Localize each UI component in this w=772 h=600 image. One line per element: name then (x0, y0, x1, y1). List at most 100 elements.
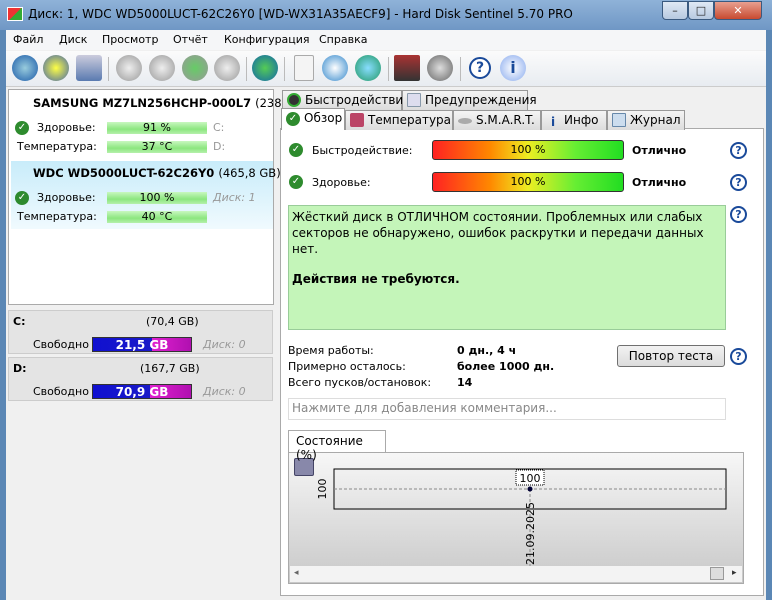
check-icon: ✓ (286, 112, 300, 126)
help-icon[interactable]: ? (730, 174, 747, 191)
disk-list: SAMSUNG MZ7LN256HCHP-000L7 (238,5 G ✓ Зд… (8, 89, 305, 305)
check-icon: ✓ (289, 175, 303, 189)
chart-area: 100 100 21.09.2025 (288, 452, 744, 584)
separator (246, 57, 247, 81)
tab-log[interactable]: Журнал (607, 110, 685, 130)
free-label: Свободно (33, 338, 89, 351)
tab-label: Температура (368, 113, 452, 127)
disk-size: (465,8 GB) (218, 166, 281, 180)
help-icon[interactable]: ? (730, 348, 747, 365)
remaining-label: Примерно осталось: (288, 360, 406, 373)
retest-button[interactable]: Повтор теста (617, 345, 725, 367)
refresh-icon[interactable] (12, 55, 38, 81)
separator (460, 57, 461, 81)
separator (284, 57, 285, 81)
disk-number: Диск: 0 (203, 385, 246, 398)
disk-name: WDC WD5000LUCT-62C26Y0 (33, 166, 215, 180)
tab-label: Предупреждения (425, 93, 537, 107)
chart-tab-status[interactable]: Состояние (%) (288, 430, 386, 462)
separator (388, 57, 389, 81)
check-icon: ✓ (15, 191, 29, 205)
info-icon: i (550, 115, 556, 129)
data-label: 100 (520, 472, 541, 485)
tab-label: S.M.A.R.T. (476, 113, 535, 127)
tab-performance[interactable]: Быстродействие (282, 90, 411, 110)
disk-item-wdc[interactable]: WDC WD5000LUCT-62C26Y0 (465,8 GB) ✓ Здор… (11, 161, 281, 229)
menu-report[interactable]: Отчёт (173, 33, 208, 46)
help-icon[interactable]: ? (469, 57, 491, 79)
remaining-value: более 1000 дн. (457, 360, 555, 373)
comment-input[interactable]: Нажмите для добавления комментария... (288, 398, 726, 420)
scroll-right-icon[interactable]: ▸ (732, 568, 737, 578)
tab-label: Журнал (630, 113, 681, 127)
help-icon[interactable]: ? (730, 206, 747, 223)
toolbar: ? i (6, 51, 766, 87)
menu-disk[interactable]: Диск (59, 33, 87, 46)
partition-size: (167,7 GB) (140, 362, 200, 375)
tab-label: Обзор (304, 111, 343, 125)
speaker-icon[interactable] (427, 55, 453, 81)
globe-icon[interactable] (252, 55, 278, 81)
report-icon[interactable] (294, 55, 314, 81)
partition-letter: C: (13, 315, 26, 328)
free-space-bar: 70,9 GB (92, 384, 192, 399)
tab-overview[interactable]: ✓ Обзор (281, 108, 345, 130)
partition-d[interactable]: D: (167,7 GB) Свободно 70,9 GB Диск: 0 (8, 357, 273, 401)
disk-timer-icon[interactable] (149, 55, 175, 81)
warnings-icon (407, 93, 421, 107)
tab-label: Инфо (564, 113, 599, 127)
health-bar: 100 % (432, 172, 624, 192)
disk-name: SAMSUNG MZ7LN256HCHP-000L7 (33, 96, 252, 110)
alert-icon[interactable] (43, 55, 69, 81)
laptop-icon[interactable] (394, 55, 420, 81)
tab-info[interactable]: i Инфо (541, 110, 607, 130)
disk-search-icon[interactable] (214, 55, 240, 81)
partition-letter: D: (13, 362, 27, 375)
drive-letter: D: (213, 140, 226, 153)
starts-value: 14 (457, 376, 473, 389)
thermometer-icon (350, 113, 364, 127)
menu-view[interactable]: Просмотр (102, 33, 158, 46)
x-tick-label: 21.09.2025 (524, 502, 537, 565)
disk-item-samsung[interactable]: SAMSUNG MZ7LN256HCHP-000L7 (238,5 G ✓ Зд… (11, 91, 305, 159)
partition-size: (70,4 GB) (146, 315, 199, 328)
menu-help[interactable]: Справка (319, 33, 367, 46)
info-icon[interactable]: i (500, 55, 526, 81)
chart-scrollbar[interactable]: ◂ ▸ (290, 566, 742, 582)
temp-label: Температура: (17, 140, 97, 153)
scroll-thumb[interactable] (710, 567, 724, 580)
disk-test-icon[interactable] (116, 55, 142, 81)
performance-rating: Отлично (632, 144, 687, 157)
disk-ok-icon[interactable] (182, 55, 208, 81)
health-rating: Отлично (632, 176, 687, 189)
health-label: Здоровье: (37, 191, 96, 204)
performance-bar: 100 % (432, 140, 624, 160)
drive-letter: C: (213, 121, 225, 134)
scroll-left-icon[interactable]: ◂ (294, 568, 299, 578)
network-icon[interactable] (355, 55, 381, 81)
tab-temperature[interactable]: Температура (345, 110, 453, 130)
disk-number: Диск: 1 (213, 191, 256, 204)
menu-config[interactable]: Конфигурация (224, 33, 310, 46)
check-icon: ✓ (15, 121, 29, 135)
starts-label: Всего пусков/остановок: (288, 376, 432, 389)
help-icon[interactable]: ? (730, 142, 747, 159)
performance-label: Быстродействие: (312, 144, 413, 157)
menu-bar: Файл Диск Просмотр Отчёт Конфигурация Сп… (6, 30, 766, 50)
disk-number: Диск: 0 (203, 338, 246, 351)
free-label: Свободно (33, 385, 89, 398)
y-tick-label: 100 (316, 479, 329, 500)
sync-icon[interactable] (322, 55, 348, 81)
disk-icon[interactable] (76, 55, 102, 81)
health-label: Здоровье: (37, 121, 96, 134)
partition-c[interactable]: C: (70,4 GB) Свободно 21,5 GB Диск: 0 (8, 310, 273, 354)
smart-icon (458, 118, 472, 124)
close-button[interactable]: ✕ (714, 1, 762, 20)
menu-file[interactable]: Файл (13, 33, 43, 46)
temp-bar: 40 °C (107, 211, 207, 223)
maximize-button[interactable]: □ (688, 1, 714, 20)
tab-warnings[interactable]: Предупреждения (402, 90, 537, 110)
minimize-button[interactable]: – (662, 1, 688, 20)
tab-smart[interactable]: S.M.A.R.T. (453, 110, 541, 130)
data-point (527, 486, 533, 492)
